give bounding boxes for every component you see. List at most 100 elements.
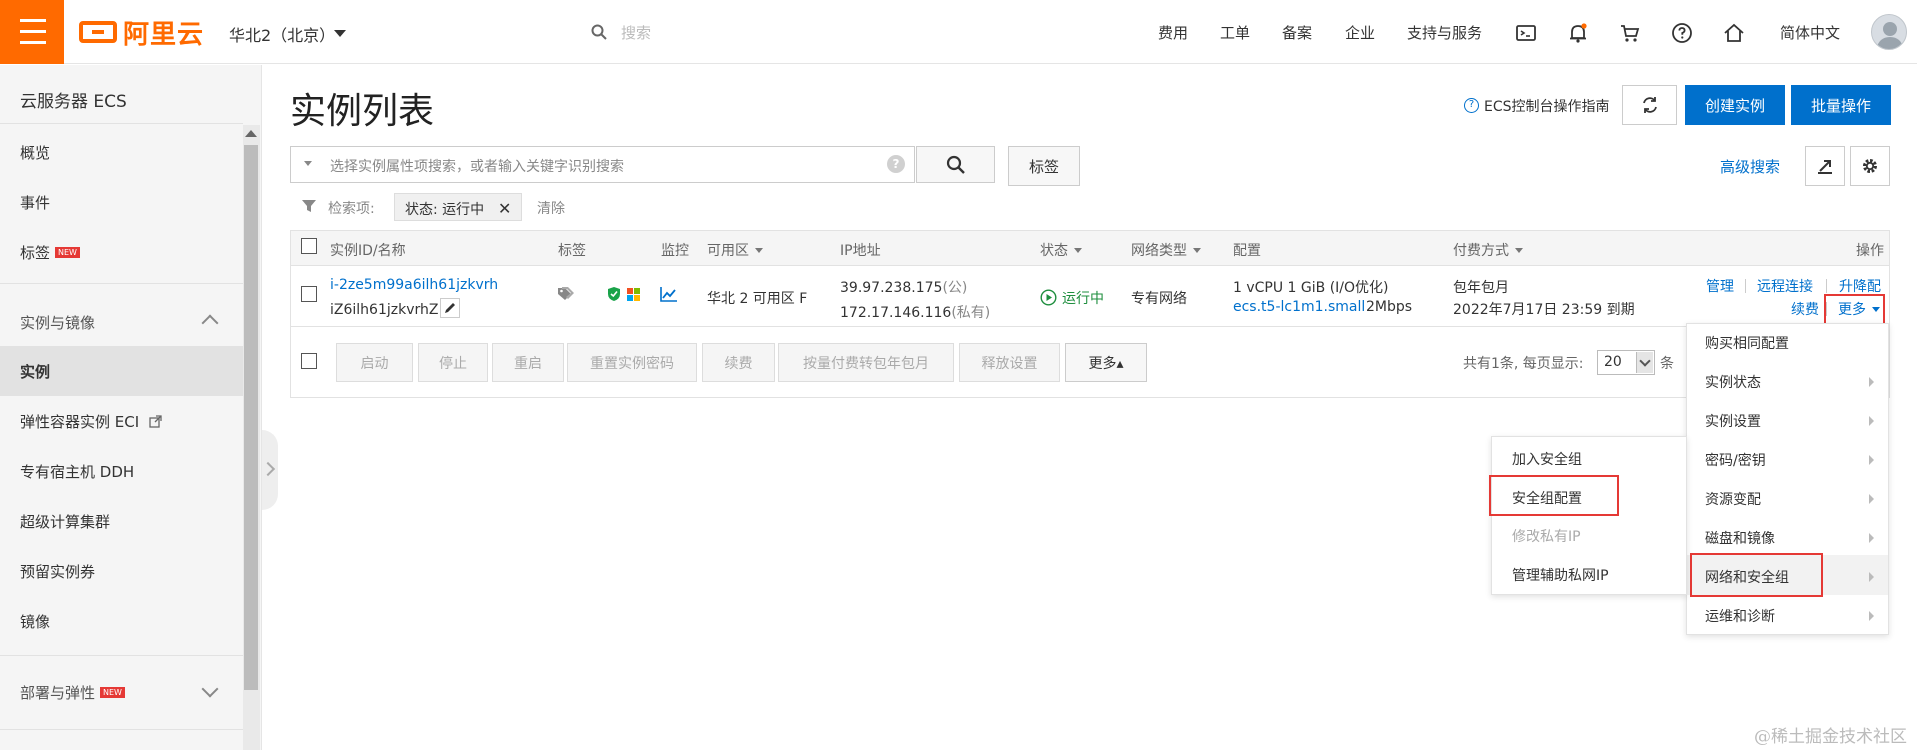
tag-icon[interactable] (557, 286, 575, 302)
bulk-reset-password-button[interactable]: 重置实例密码 (567, 343, 697, 382)
running-status-icon (1040, 289, 1057, 306)
sidebar-item-eci[interactable]: 弹性容器实例 ECI (20, 411, 162, 432)
nav-icp[interactable]: 备案 (1282, 22, 1312, 43)
batch-operations-button[interactable]: 批量操作 (1791, 85, 1891, 125)
help-icon[interactable] (1671, 22, 1693, 44)
criteria-label: 检索项: (328, 201, 375, 217)
menu-item-buy-same[interactable]: 购买相同配置 (1705, 333, 1789, 353)
bulk-convert-billing-button[interactable]: 按量付费转包年包月 (778, 343, 954, 382)
col-monitor: 监控 (661, 243, 689, 259)
sidebar-group-deploy[interactable]: 部署与弹性 NEW (20, 682, 125, 703)
shield-icon[interactable] (607, 286, 621, 302)
chevron-right-icon (1869, 416, 1874, 426)
export-button[interactable] (1805, 146, 1845, 186)
menu-item-disk-image[interactable]: 磁盘和镜像 (1705, 528, 1775, 548)
col-network[interactable]: 网络类型 (1131, 240, 1201, 260)
monitor-chart-icon[interactable] (660, 287, 677, 302)
language-switch[interactable]: 简体中文 (1780, 22, 1840, 43)
chevron-down-icon[interactable] (334, 30, 346, 37)
sidebar-item-events[interactable]: 事件 (20, 192, 50, 213)
manage-link[interactable]: 管理 (1706, 276, 1734, 296)
sidebar-item-overview[interactable]: 概览 (20, 142, 50, 163)
caret-down-icon[interactable] (304, 161, 312, 166)
instance-id-link[interactable]: i-2ze5m99a6ilh61jzkvrh (330, 277, 498, 293)
menu-item-instance-settings[interactable]: 实例设置 (1705, 411, 1761, 431)
col-ip: IP地址 (840, 243, 881, 259)
home-icon[interactable] (1723, 22, 1745, 44)
search-icon[interactable] (591, 24, 607, 40)
edit-name-button[interactable] (440, 298, 460, 318)
filter-placeholder: 选择实例属性项搜索，或者输入关键字识别搜索 (330, 159, 624, 175)
menu-item-resource-change[interactable]: 资源变配 (1705, 489, 1761, 509)
sidebar-item-ddh[interactable]: 专有宿主机 DDH (20, 461, 134, 482)
bulk-renew-button[interactable]: 续费 (702, 343, 775, 382)
user-icon (1876, 22, 1904, 49)
chevron-up-icon[interactable] (201, 314, 219, 332)
filter-funnel-icon (302, 200, 316, 212)
settings-button[interactable] (1850, 146, 1890, 186)
sidebar-item-reserved[interactable]: 预留实例券 (20, 561, 95, 582)
clear-criteria-link[interactable]: 清除 (537, 198, 565, 218)
remote-connect-link[interactable]: 远程连接 (1757, 276, 1813, 296)
help-icon[interactable]: ? (887, 155, 905, 173)
sidebar-group-instances[interactable]: 实例与镜像 (20, 312, 95, 333)
bulk-release-settings-button[interactable]: 释放设置 (959, 343, 1060, 382)
new-badge: NEW (55, 247, 80, 258)
bulk-stop-button[interactable]: 停止 (418, 343, 488, 382)
sidebar-scrollbar-thumb[interactable] (244, 145, 258, 690)
col-config: 配置 (1233, 243, 1261, 259)
menu-icon[interactable] (0, 0, 64, 64)
submenu-secondary-private-ip[interactable]: 管理辅助私网IP (1512, 565, 1609, 585)
chevron-down-icon[interactable] (1636, 352, 1653, 373)
menu-item-ops-diagnostics[interactable]: 运维和诊断 (1705, 606, 1775, 626)
divider (1745, 279, 1746, 293)
criteria-chip-text: 状态: 运行中 (405, 202, 485, 218)
row-checkbox[interactable] (301, 286, 317, 302)
menu-item-password-keys[interactable]: 密码/密钥 (1705, 450, 1766, 470)
close-icon[interactable]: ✕ (498, 199, 511, 218)
bell-icon[interactable] (1567, 22, 1589, 44)
nav-tickets[interactable]: 工单 (1220, 22, 1250, 43)
col-status[interactable]: 状态 (1040, 240, 1082, 260)
sidebar-item-images[interactable]: 镜像 (20, 611, 50, 632)
terminal-icon[interactable] (1515, 22, 1537, 44)
renew-link[interactable]: 续费 (1791, 299, 1819, 319)
advanced-search-link[interactable]: 高级搜索 (1720, 156, 1780, 177)
submenu-join-security-group[interactable]: 加入安全组 (1512, 449, 1582, 469)
nav-fees[interactable]: 费用 (1158, 22, 1188, 43)
scroll-up-icon[interactable] (245, 130, 257, 137)
refresh-button[interactable] (1622, 85, 1677, 125)
divider (0, 655, 243, 656)
tag-filter-button[interactable]: 标签 (1008, 146, 1080, 186)
col-zone[interactable]: 可用区 (707, 240, 763, 260)
chevron-right-icon (1869, 533, 1874, 543)
cart-icon[interactable] (1619, 22, 1641, 44)
col-billing[interactable]: 付费方式 (1453, 240, 1523, 260)
chevron-down-icon[interactable] (201, 680, 219, 698)
create-instance-button[interactable]: 创建实例 (1685, 85, 1785, 125)
bulk-select-checkbox[interactable] (301, 353, 317, 369)
bulk-start-button[interactable]: 启动 (336, 343, 413, 382)
nav-enterprise[interactable]: 企业 (1345, 22, 1375, 43)
nav-support[interactable]: 支持与服务 (1407, 22, 1482, 43)
sidebar-item-tags[interactable]: 标签 NEW (20, 242, 80, 263)
page-size-value: 20 (1604, 354, 1622, 370)
console-guide-link[interactable]: ECS控制台操作指南 (1484, 96, 1610, 116)
search-button[interactable] (916, 146, 995, 183)
bulk-more-button[interactable]: 更多▴ (1065, 343, 1147, 382)
global-search-input[interactable]: 搜索 (621, 22, 651, 43)
instance-type-link[interactable]: ecs.t5-lc1m1.small (1233, 299, 1365, 315)
sidebar-item-label: 标签 (20, 244, 51, 262)
bulk-restart-button[interactable]: 重启 (492, 343, 564, 382)
select-all-checkbox[interactable] (301, 238, 317, 254)
divider (0, 123, 243, 124)
sidebar-item-instances[interactable]: 实例 (20, 361, 50, 382)
sidebar-collapse-handle[interactable] (262, 430, 278, 510)
menu-item-instance-status[interactable]: 实例状态 (1705, 372, 1761, 392)
region-selector[interactable]: 华北2（北京） (229, 22, 335, 46)
chevron-right-icon (1869, 611, 1874, 621)
avatar[interactable] (1871, 14, 1907, 50)
resize-link[interactable]: 升降配 (1839, 276, 1881, 296)
aliyun-logo[interactable]: 阿里云 (79, 18, 204, 50)
sidebar-item-scc[interactable]: 超级计算集群 (20, 511, 110, 532)
